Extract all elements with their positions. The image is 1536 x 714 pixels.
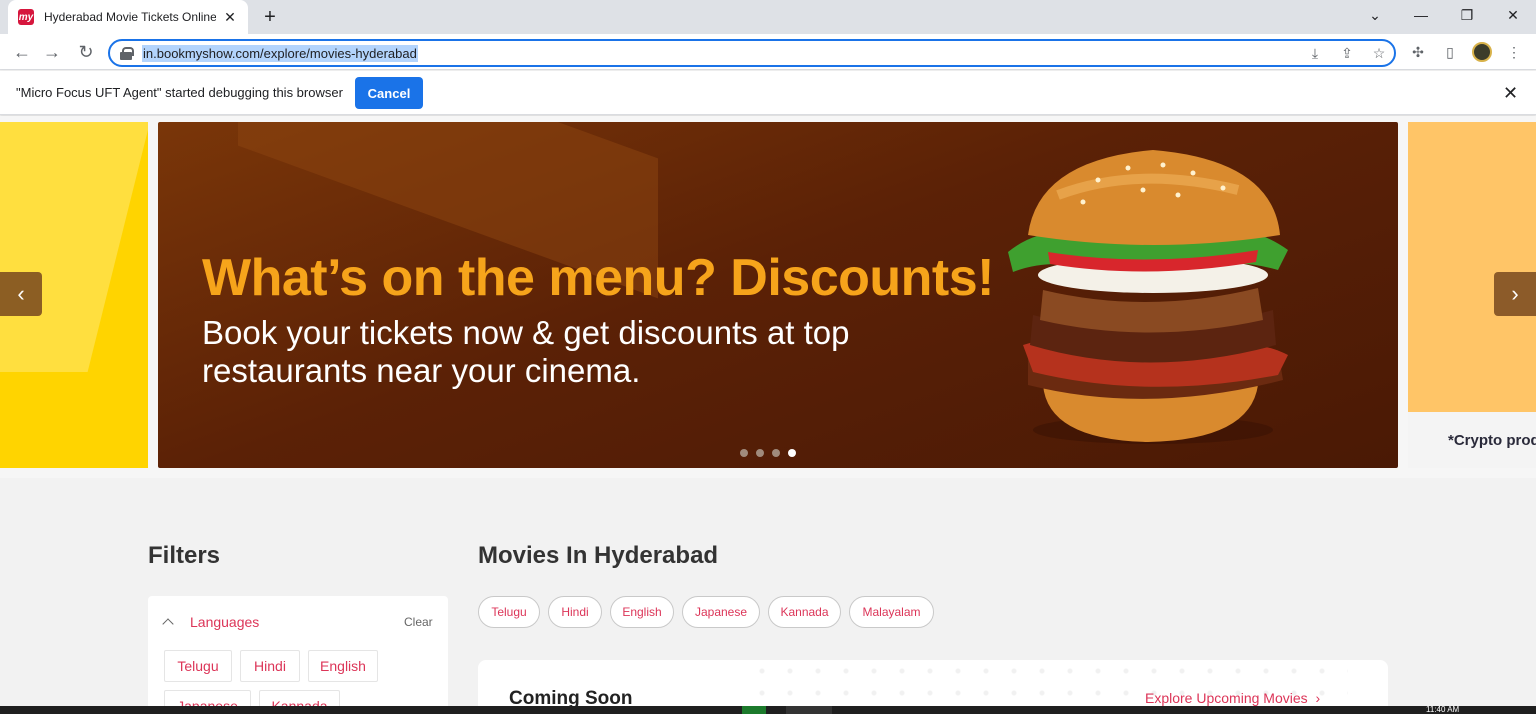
carousel-prev-button[interactable]: ‹	[0, 272, 42, 316]
languages-label: Languages	[190, 614, 260, 630]
filter-chip-english[interactable]: English	[308, 650, 378, 682]
carousel-dot-active[interactable]	[788, 449, 796, 457]
chevron-up-icon	[162, 618, 174, 630]
chevron-left-icon: ‹	[17, 281, 25, 306]
tab-title: Hyderabad Movie Tickets Online	[44, 10, 216, 24]
bookmyshow-favicon-icon: my	[18, 9, 34, 25]
window-close-icon[interactable]: ✕	[1490, 0, 1536, 30]
carousel-dot[interactable]	[756, 449, 764, 457]
next-slide-image	[1408, 122, 1536, 412]
browser-tab[interactable]: my Hyderabad Movie Tickets Online ✕	[8, 0, 248, 34]
explore-link-label: Explore Upcoming Movies	[1145, 690, 1308, 706]
restore-icon[interactable]: ❐	[1444, 0, 1490, 30]
browser-tabstrip: my Hyderabad Movie Tickets Online ✕ + ⌄ …	[0, 0, 1536, 34]
share-icon[interactable]: ⇪	[1336, 43, 1358, 63]
filter-languages-card: Languages Clear Telugu Hindi English Jap…	[148, 596, 448, 714]
chevron-right-icon: ›	[1315, 690, 1321, 706]
menu-kebab-icon[interactable]: ⋮	[1504, 42, 1524, 62]
banner-headline: What’s on the menu? Discounts!	[202, 249, 994, 307]
bookmark-star-icon[interactable]: ☆	[1368, 43, 1390, 63]
tab-close-icon[interactable]: ✕	[222, 9, 238, 26]
infobar-message: "Micro Focus UFT Agent" started debuggin…	[16, 85, 343, 100]
clear-filter-button[interactable]: Clear	[404, 615, 433, 629]
reload-icon[interactable]: ↻	[74, 40, 98, 64]
side-panel-icon[interactable]: ▯	[1440, 42, 1460, 62]
movies-heading: Movies In Hyderabad	[478, 542, 719, 569]
back-icon[interactable]: ←	[10, 40, 34, 64]
infobar-cancel-button[interactable]: Cancel	[355, 77, 423, 109]
languages-toggle[interactable]: Languages	[162, 614, 260, 630]
filter-chip-telugu[interactable]: Telugu	[164, 650, 232, 682]
profile-avatar[interactable]	[1472, 42, 1492, 62]
taskbar-clock: 11:40 AM	[1426, 705, 1460, 714]
language-pill-kannada[interactable]: Kannada	[768, 596, 841, 628]
url-text[interactable]: in.bookmyshow.com/explore/movies-hyderab…	[142, 44, 418, 62]
filter-chip-hindi[interactable]: Hindi	[240, 650, 300, 682]
banner-carousel: What’s on the menu? Discounts! Book your…	[0, 116, 1536, 478]
debug-infobar: "Micro Focus UFT Agent" started debuggin…	[0, 71, 1536, 115]
new-tab-icon[interactable]: +	[258, 5, 282, 29]
taskbar-app-icon[interactable]	[786, 706, 832, 714]
tab-search-icon[interactable]: ⌄	[1352, 0, 1398, 30]
install-app-icon[interactable]: ⤓	[1304, 43, 1326, 63]
os-taskbar	[0, 706, 1536, 714]
next-slide-disclaimer: *Crypto produ	[1448, 432, 1536, 449]
carousel-dot[interactable]	[740, 449, 748, 457]
browser-toolbar: ← → ↻ in.bookmyshow.com/explore/movies-h…	[0, 34, 1536, 70]
explore-upcoming-movies-link[interactable]: Explore Upcoming Movies ›	[1145, 690, 1320, 706]
filters-heading: Filters	[148, 542, 221, 569]
carousel-slide-active[interactable]: What’s on the menu? Discounts! Book your…	[158, 122, 1398, 468]
lock-icon[interactable]	[120, 47, 134, 60]
language-pill-malayalam[interactable]: Malayalam	[849, 596, 934, 628]
minimize-icon[interactable]: —	[1398, 0, 1444, 30]
carousel-dot[interactable]	[772, 449, 780, 457]
infobar-close-icon[interactable]: ✕	[1503, 83, 1518, 104]
forward-icon[interactable]: →	[40, 40, 64, 64]
language-pill-hindi[interactable]: Hindi	[548, 596, 602, 628]
address-bar[interactable]: in.bookmyshow.com/explore/movies-hyderab…	[108, 39, 1396, 67]
burger-image	[1008, 150, 1288, 444]
carousel-next-button[interactable]: ›	[1494, 272, 1536, 316]
extensions-puzzle-icon[interactable]: ✣	[1408, 42, 1428, 62]
chevron-right-icon: ›	[1511, 281, 1519, 306]
language-pill-telugu[interactable]: Telugu	[478, 596, 540, 628]
language-pill-english[interactable]: English	[610, 596, 674, 628]
taskbar-app-icon[interactable]	[742, 706, 766, 714]
banner-subtext: Book your tickets now & get discounts at…	[202, 314, 850, 389]
language-pill-japanese[interactable]: Japanese	[682, 596, 760, 628]
carousel-dots	[740, 449, 796, 457]
